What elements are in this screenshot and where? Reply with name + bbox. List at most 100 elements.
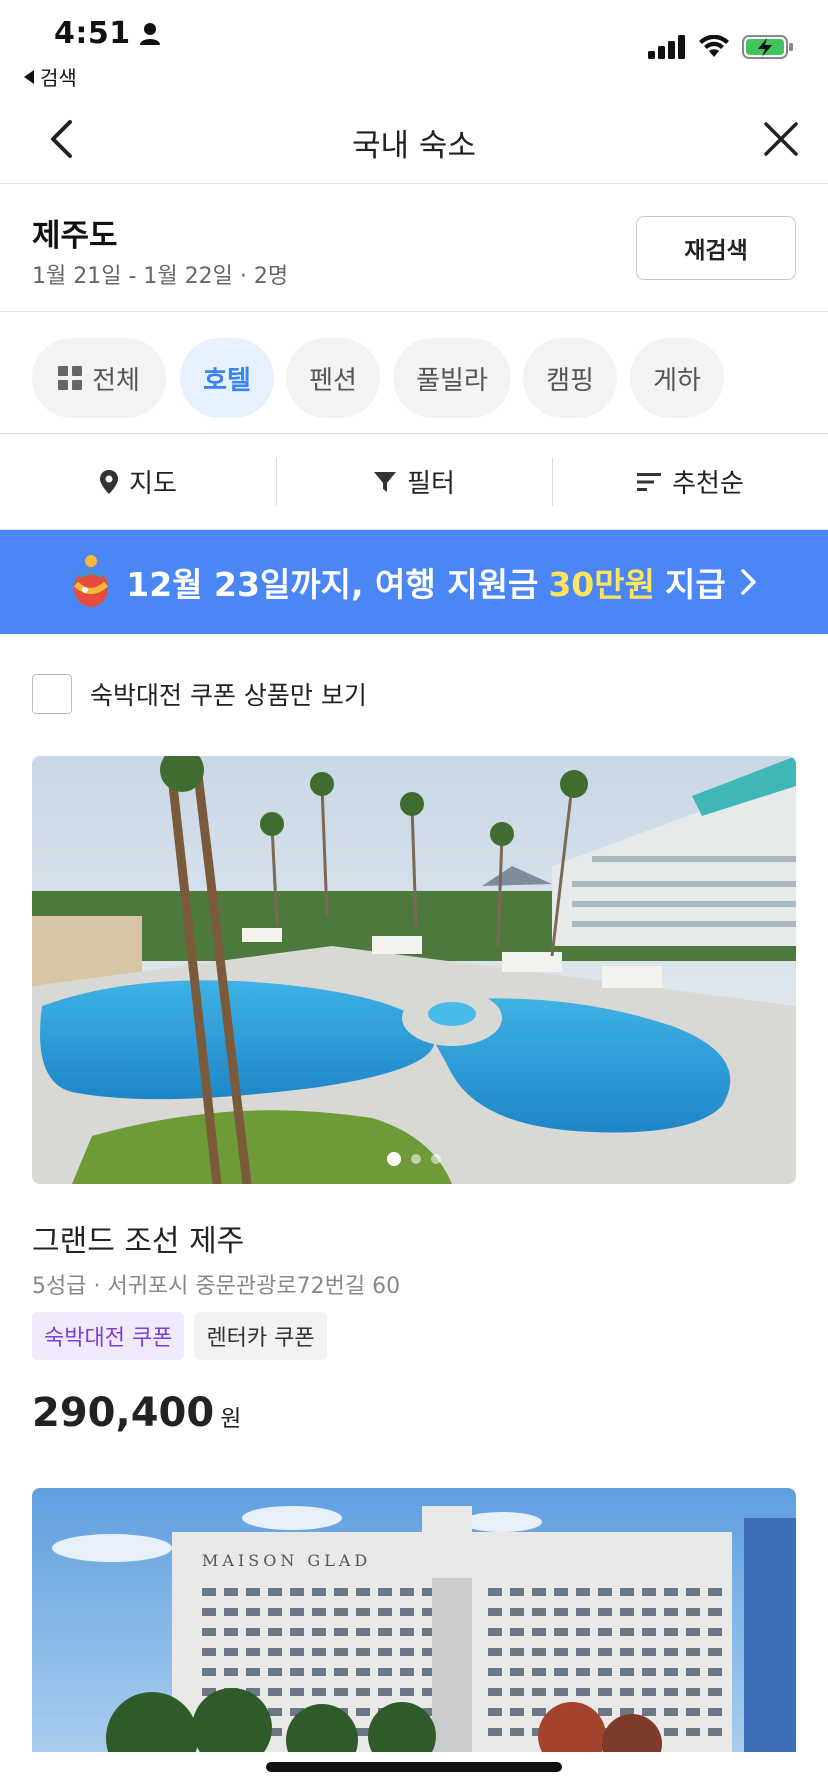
category-chip-poolvilla[interactable]: 풀빌라 [393,338,511,418]
sort-button[interactable]: 추천순 [552,434,828,529]
back-triangle-icon [24,69,34,84]
building-window [356,1668,370,1676]
category-tabs: 전체 호텔 펜션 풀빌라 캠핑 게하 [0,312,828,434]
building-window [488,1608,502,1616]
back-to-app-link[interactable]: 검색 [24,62,77,91]
building-window [708,1688,722,1696]
building-window [532,1688,546,1696]
building-window [246,1648,260,1656]
building-window [290,1688,304,1696]
category-chip-all[interactable]: 전체 [32,338,166,418]
building-window [576,1588,590,1596]
category-label: 전체 [92,365,140,396]
building-window [532,1708,546,1716]
building-window [488,1728,502,1736]
coupon-checkbox[interactable] [32,674,72,714]
building-window [554,1648,568,1656]
building-window [400,1688,414,1696]
building-window [598,1628,612,1636]
building-window [576,1668,590,1676]
carousel-dot [431,1154,441,1164]
coupon-filter-label: 숙박대전 쿠폰 상품만 보기 [90,681,367,710]
category-chip-pension[interactable]: 펜션 [286,338,380,418]
building-window [246,1588,260,1596]
building-window [246,1628,260,1636]
building-window [400,1668,414,1676]
sort-label: 추천순 [672,469,744,499]
listing-photo-carousel[interactable]: MAISON GLAD [32,1488,796,1752]
promo-banner[interactable]: 12월 23일까지, 여행 지원금 30만원 지급 [0,530,828,634]
building-window [268,1688,282,1696]
building-window [378,1588,392,1596]
building-window [664,1728,678,1736]
building-window [378,1608,392,1616]
building-window [686,1628,700,1636]
building-window [202,1668,216,1676]
building-window [400,1588,414,1596]
building-window [356,1648,370,1656]
close-icon[interactable] [758,116,804,162]
coupon-tag-rentcar: 렌터카 쿠폰 [194,1312,327,1360]
building-window [312,1688,326,1696]
building-window [598,1708,612,1716]
mascot-icon [74,555,109,607]
map-button[interactable]: 지도 [0,434,276,529]
building-window [488,1688,502,1696]
building-window [224,1628,238,1636]
building-window [202,1608,216,1616]
building-window [642,1628,656,1636]
sort-lines-icon [637,472,662,491]
building-window [510,1728,524,1736]
building-window [290,1628,304,1636]
building-window [664,1708,678,1716]
coupon-only-toggle[interactable]: 숙박대전 쿠폰 상품만 보기 [32,674,367,714]
building-window [510,1708,524,1716]
building-window [400,1648,414,1656]
signal-icon [648,35,685,59]
building-window [510,1608,524,1616]
building-window [532,1628,546,1636]
building-window [378,1628,392,1636]
home-indicator[interactable] [266,1762,562,1772]
status-time: 4:51 [54,16,161,51]
building-window [708,1628,722,1636]
building-window [510,1648,524,1656]
category-chip-guesthouse[interactable]: 게하 [630,338,724,418]
building-window [642,1688,656,1696]
carousel-dot-active [387,1152,401,1166]
category-chip-camping[interactable]: 캠핑 [523,338,617,418]
category-chip-hotel[interactable]: 호텔 [180,338,274,418]
battery-charging-icon [742,35,793,59]
list-toolbar: 지도 필터 추천순 [0,434,828,530]
search-location: 제주도 [32,218,118,254]
building-window [268,1668,282,1676]
building-window [510,1588,524,1596]
building-window [532,1588,546,1596]
hotel-name[interactable]: 그랜드 조선 제주 [32,1216,244,1260]
building-window [554,1628,568,1636]
building-window [356,1728,370,1736]
building-window [268,1708,282,1716]
hotel-building-photo: MAISON GLAD [32,1488,796,1752]
building-window [312,1588,326,1596]
building-window [686,1708,700,1716]
building-window [356,1608,370,1616]
building-window [620,1688,634,1696]
building-window [246,1668,260,1676]
building-window [510,1628,524,1636]
person-icon [139,22,160,45]
filter-button[interactable]: 필터 [276,434,552,529]
building-window [202,1628,216,1636]
building-window [686,1608,700,1616]
building-window [664,1588,678,1596]
price-unit: 원 [220,1406,242,1432]
building-window [708,1668,722,1676]
research-button[interactable]: 재검색 [636,216,796,280]
building-window [246,1608,260,1616]
building-window [686,1648,700,1656]
listing-photo-carousel[interactable] [32,756,796,1184]
building-window [598,1688,612,1696]
building-window [576,1688,590,1696]
building-window [356,1708,370,1716]
building-window [642,1648,656,1656]
